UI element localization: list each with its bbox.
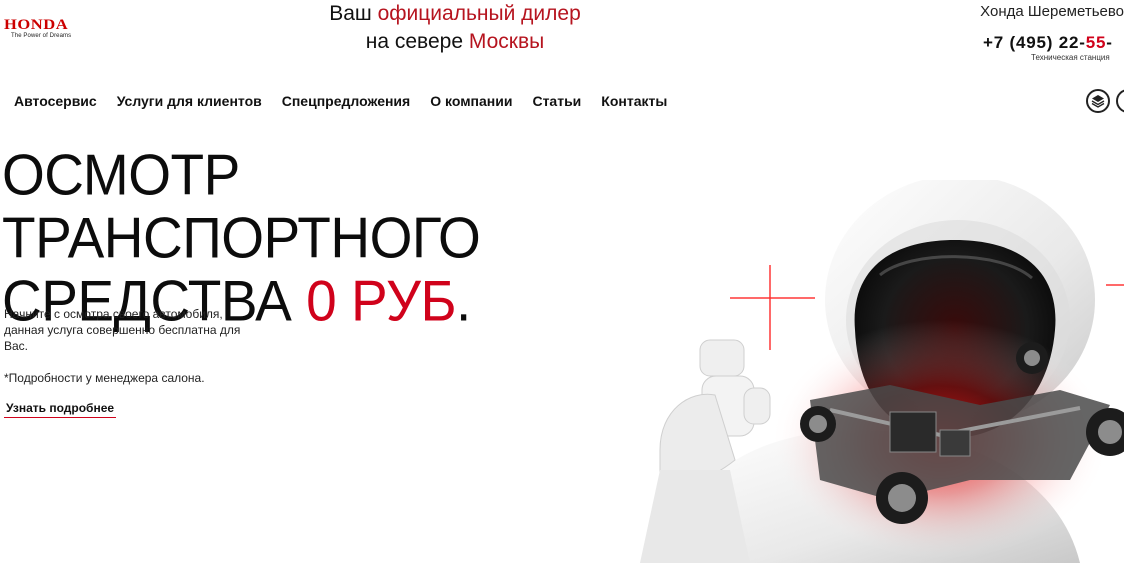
dealer-title-line1: Ваш официальный дилер xyxy=(300,0,610,28)
hero-note: *Подробности у менеджера салона. xyxy=(4,371,205,385)
phone-tail: - xyxy=(1106,33,1113,52)
dealer-line1-accent: официальный дилер xyxy=(377,2,581,25)
hero-title-dot: . xyxy=(456,267,471,334)
dealer-line1-prefix: Ваш xyxy=(329,2,378,25)
layers-icon[interactable] xyxy=(1086,89,1110,113)
nav-item-contacts[interactable]: Контакты xyxy=(601,93,667,109)
phone-accent: 55 xyxy=(1085,33,1107,52)
page: HONDA The Power of Dreams Ваш официальны… xyxy=(0,0,1124,563)
main-nav: Автосервис Услуги для клиентов Спецпредл… xyxy=(14,93,667,109)
layers-icon-glyph xyxy=(1091,95,1105,108)
phone-main: +7 (495) 22- xyxy=(983,33,1086,52)
logo-tagline: The Power of Dreams xyxy=(11,33,72,39)
nav-item-autoservice[interactable]: Автосервис xyxy=(14,93,97,109)
hero-title-line1: ОСМОТР ТРАНСПОРТНОГО xyxy=(2,141,481,271)
contact-phone-note: Техническая станция xyxy=(1031,53,1110,62)
dealer-title-line2: на севере Москвы xyxy=(300,28,610,56)
dealer-title: Ваш официальный дилер на севере Москвы xyxy=(300,0,610,56)
contact-phone[interactable]: +7 (495) 22-55- xyxy=(983,33,1113,53)
contact-dealer-name: Хонда Шереметьево xyxy=(980,3,1124,20)
nav-item-about[interactable]: О компании xyxy=(430,93,512,109)
logo-wordmark: HONDA xyxy=(4,17,69,33)
dealer-line2-prefix: на севере xyxy=(365,30,469,53)
hero-title: ОСМОТР ТРАНСПОРТНОГО СРЕДСТВА 0 РУБ. xyxy=(2,143,722,332)
circle-icon[interactable] xyxy=(1116,89,1124,113)
honda-logo[interactable]: HONDA The Power of Dreams xyxy=(4,18,104,40)
dealer-line2-accent: Москвы xyxy=(468,30,545,53)
nav-item-special-offers[interactable]: Спецпредложения xyxy=(282,93,410,109)
nav-item-articles[interactable]: Статьи xyxy=(532,93,581,109)
hero-title-price: 0 РУБ xyxy=(306,267,457,334)
robot-illustration xyxy=(640,180,1124,563)
learn-more-link[interactable]: Узнать подробнее xyxy=(4,401,117,418)
hero-description: Начните с осмотра своего автомобиля, дан… xyxy=(4,307,241,353)
nav-item-client-services[interactable]: Услуги для клиентов xyxy=(117,93,262,109)
